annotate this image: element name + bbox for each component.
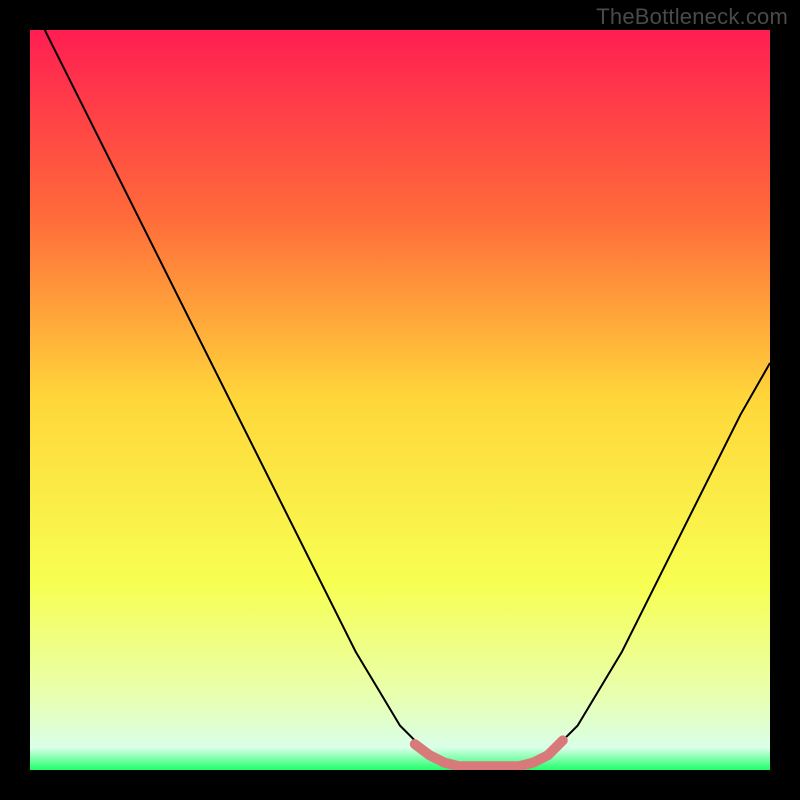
chart-svg	[30, 30, 770, 770]
chart-container: TheBottleneck.com	[0, 0, 800, 800]
plot-area	[30, 30, 770, 770]
gradient-background	[30, 30, 770, 770]
watermark-text: TheBottleneck.com	[596, 4, 788, 30]
